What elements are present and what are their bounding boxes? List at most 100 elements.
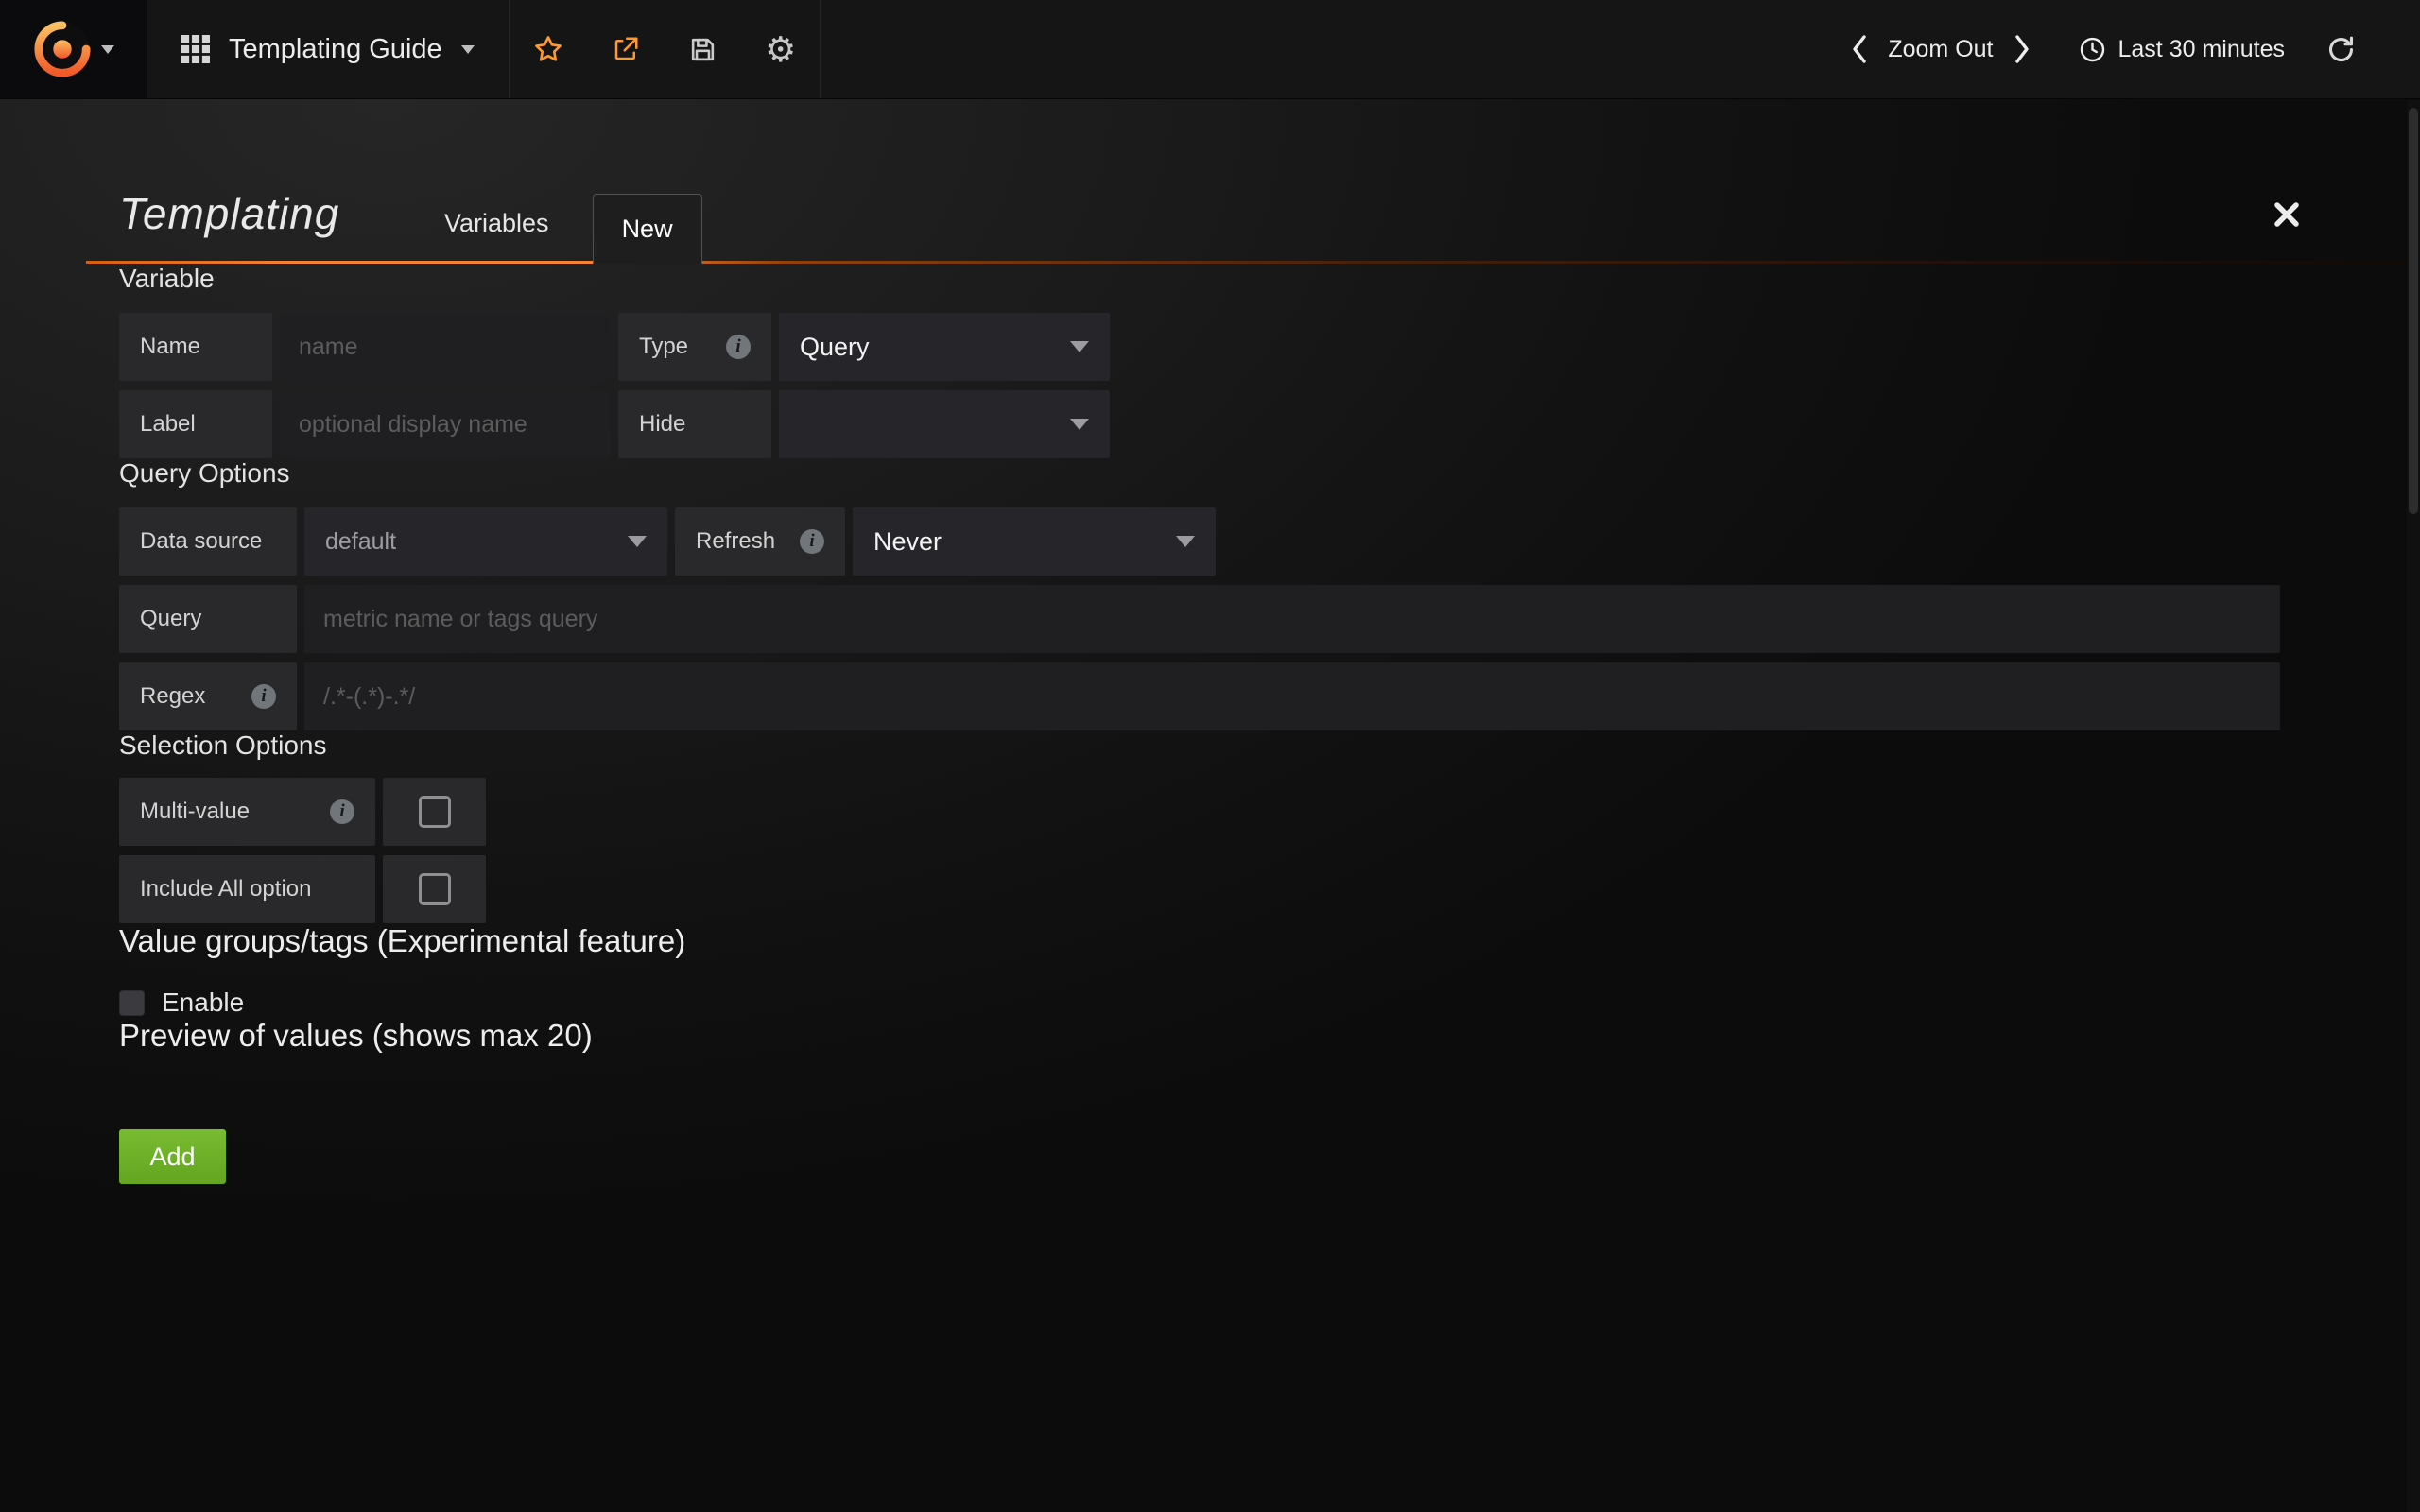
- share-dashboard-button[interactable]: [587, 0, 665, 98]
- chevron-right-icon: [2013, 33, 2031, 65]
- multi-value-label: Multi-value i: [119, 778, 375, 846]
- checkbox-icon: [419, 796, 451, 828]
- clock-icon: [2079, 36, 2106, 63]
- hide-label: Hide: [618, 390, 771, 458]
- preview-heading: Preview of values (shows max 20): [119, 1018, 2301, 1054]
- type-select-value: Query: [800, 333, 870, 362]
- regex-row: Regex i: [119, 662, 2301, 730]
- include-all-checkbox[interactable]: [383, 855, 486, 923]
- dashboard-picker[interactable]: Templating Guide: [147, 0, 510, 98]
- caret-down-icon: [1070, 419, 1089, 430]
- selection-options-heading: Selection Options: [119, 730, 2301, 761]
- time-range-picker[interactable]: Last 30 minutes: [2079, 36, 2286, 63]
- dashboard-toolbar: ⚙: [510, 0, 821, 98]
- add-button[interactable]: Add: [119, 1129, 226, 1184]
- page-header: Templating Variables New: [119, 150, 2301, 264]
- save-icon: [688, 35, 717, 64]
- multi-value-checkbox[interactable]: [383, 778, 486, 846]
- navbar: Templating Guide: [0, 0, 2420, 99]
- close-button[interactable]: [2273, 200, 2301, 232]
- query-options-heading: Query Options: [119, 458, 2301, 489]
- info-icon[interactable]: i: [330, 799, 354, 824]
- scrollbar[interactable]: [2407, 100, 2420, 1512]
- query-row: Query: [119, 585, 2301, 653]
- grafana-logo-icon: [33, 20, 92, 78]
- grafana-menu-button[interactable]: [0, 0, 147, 98]
- refresh-label-text: Refresh: [696, 528, 775, 555]
- include-all-label: Include All option: [119, 855, 375, 923]
- chevron-down-icon: [101, 45, 114, 54]
- refresh-icon: [2326, 35, 2356, 64]
- refresh-label: Refresh i: [675, 507, 845, 576]
- datasource-row: Data source default Refresh i Never: [119, 507, 2301, 576]
- hide-select[interactable]: [779, 390, 1110, 458]
- enable-label: Enable: [162, 988, 244, 1018]
- value-groups-heading: Value groups/tags (Experimental feature): [119, 923, 2301, 959]
- header-divider: [86, 261, 2420, 264]
- save-dashboard-button[interactable]: [665, 0, 742, 98]
- tab-new[interactable]: New: [593, 194, 702, 264]
- type-label-text: Type: [639, 334, 688, 360]
- refresh-select-value: Never: [873, 527, 942, 557]
- dashboard-grid-icon: [182, 35, 210, 63]
- label-label-text: Label: [140, 411, 196, 438]
- regex-label: Regex i: [119, 662, 297, 730]
- templating-editor: Templating Variables New Variable Name T…: [0, 150, 2420, 1184]
- enable-row: Enable: [119, 988, 2301, 1018]
- refresh-select[interactable]: Never: [853, 507, 1216, 576]
- scrollbar-thumb[interactable]: [2409, 108, 2418, 514]
- name-label: Name: [119, 313, 272, 381]
- tab-variables[interactable]: Variables: [444, 209, 549, 238]
- hide-label-text: Hide: [639, 411, 685, 438]
- multi-value-label-text: Multi-value: [140, 799, 250, 825]
- caret-down-icon: [628, 536, 647, 547]
- variable-name-input[interactable]: [280, 313, 611, 381]
- datasource-label-text: Data source: [140, 528, 262, 555]
- variable-label-row: Label Hide: [119, 390, 2301, 458]
- close-icon: [2273, 200, 2301, 229]
- info-icon[interactable]: i: [726, 335, 751, 359]
- dashboard-title: Templating Guide: [229, 34, 442, 65]
- gear-icon: ⚙: [765, 32, 796, 67]
- variable-name-row: Name Type i Query: [119, 313, 2301, 381]
- star-dashboard-button[interactable]: [510, 0, 587, 98]
- variable-section-heading: Variable: [119, 264, 2301, 294]
- info-icon[interactable]: i: [251, 684, 276, 709]
- page-title: Templating: [119, 188, 339, 239]
- datasource-label: Data source: [119, 507, 297, 576]
- checkbox-icon: [419, 873, 451, 905]
- refresh-button[interactable]: [2311, 0, 2371, 98]
- time-shift-back-button[interactable]: [1835, 0, 1884, 98]
- regex-input[interactable]: [304, 662, 2280, 730]
- info-icon[interactable]: i: [800, 529, 824, 554]
- enable-checkbox[interactable]: [119, 990, 145, 1016]
- app-root: Templating Guide: [0, 0, 2420, 1512]
- star-icon: [532, 34, 564, 64]
- share-icon: [611, 35, 641, 63]
- time-shift-forward-button[interactable]: [1997, 0, 2047, 98]
- navbar-spacer: [821, 0, 1836, 98]
- datasource-select-value: default: [325, 528, 396, 556]
- include-all-row: Include All option: [119, 855, 2301, 923]
- zoom-out-button[interactable]: Zoom Out: [1884, 36, 1996, 63]
- chevron-down-icon: [461, 45, 475, 54]
- caret-down-icon: [1176, 536, 1195, 547]
- query-input[interactable]: [304, 585, 2280, 653]
- name-label-text: Name: [140, 334, 200, 360]
- query-label-text: Query: [140, 606, 201, 632]
- chevron-left-icon: [1850, 33, 1869, 65]
- include-all-label-text: Include All option: [140, 876, 311, 902]
- dashboard-settings-button[interactable]: ⚙: [742, 0, 820, 98]
- caret-down-icon: [1070, 341, 1089, 352]
- label-label: Label: [119, 390, 272, 458]
- regex-label-text: Regex: [140, 683, 205, 710]
- type-label: Type i: [618, 313, 771, 381]
- multi-value-row: Multi-value i: [119, 778, 2301, 846]
- variable-label-input[interactable]: [280, 390, 611, 458]
- time-controls: Zoom Out Last 30 minutes: [1835, 0, 2420, 98]
- tab-bar: Variables New: [444, 188, 702, 264]
- time-range-label: Last 30 minutes: [2118, 36, 2286, 63]
- datasource-select[interactable]: default: [304, 507, 667, 576]
- query-label: Query: [119, 585, 297, 653]
- type-select[interactable]: Query: [779, 313, 1110, 381]
